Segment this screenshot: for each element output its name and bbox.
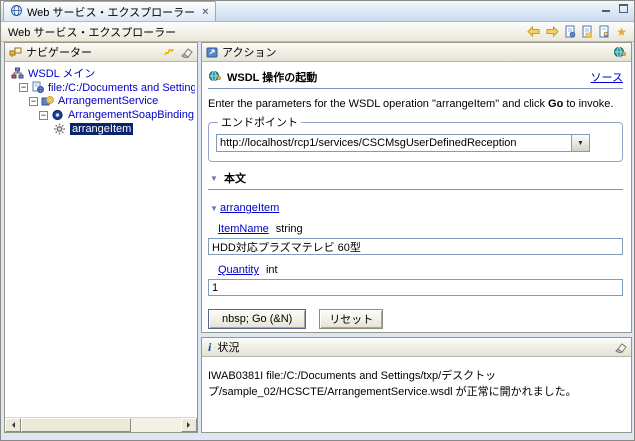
close-icon[interactable]: × [202,6,208,18]
endpoints-group: エンドポイント http://localhost/rcp1/services/C… [208,114,623,162]
tree-label-service[interactable]: ArrangementService [58,95,158,107]
tree-item-binding: ArrangementSoapBinding [7,108,195,122]
body-section-title: 本文 [224,170,246,186]
toggle-nodes-icon[interactable] [163,47,175,58]
collapse-triangle-icon[interactable] [210,174,220,183]
uddi-page-icon[interactable] [565,25,576,38]
navigator-pane: ナビゲーター WSDL メイン [4,42,198,433]
wsdl-file-icon [31,81,45,93]
divider [208,189,623,190]
operation-gear-icon [53,123,67,135]
endpoint-select[interactable]: http://localhost/rcp1/services/CSCMsgUse… [216,134,590,152]
tree-item-operation: arrangeItem [7,122,195,136]
wsil-page-icon[interactable] [582,25,593,38]
quantity-type: int [266,264,278,276]
navigator-icon [9,47,22,58]
status-header: i 状況 [202,338,631,357]
forward-icon[interactable] [546,26,559,37]
tree-label-operation[interactable]: arrangeItem [70,123,133,135]
service-icon [41,95,55,107]
explorer-toolbar: ★ [527,25,627,38]
scroll-left-icon[interactable] [5,418,21,432]
operation-link[interactable]: arrangeItem [220,202,279,214]
reset-button[interactable]: リセット [319,309,383,329]
editor-tab-bar: Web サービス・エクスプローラー × [1,1,634,22]
field-label-itemname: ItemName string [218,223,623,235]
globe-icon [10,4,23,20]
navigator-header: ナビゲーター [5,43,197,62]
status-pane: i 状況 IWAB0381I file:/C:/Documents and Se… [201,337,632,433]
status-message: IWAB0381I file:/C:/Documents and Setting… [208,370,577,398]
banner-title: Web サービス・エクスプローラー [8,24,176,40]
instruction-text: Enter the parameters for the WSDL operat… [208,98,623,110]
navigator-title: ナビゲーター [26,44,92,60]
tree-item-wsdl-file: file:/C:/Documents and Settings/txp/デスクト… [7,80,195,94]
minimize-icon[interactable] [600,3,613,14]
divider [208,88,623,89]
page-title: WSDL 操作の起動 [227,69,317,85]
tab-title: Web サービス・エクスプローラー [27,4,195,20]
window-controls [600,1,634,14]
tree-item-service: ArrangementService [7,94,195,108]
quantity-input[interactable] [208,279,623,296]
collapse-triangle-icon[interactable] [210,204,220,213]
quantity-link[interactable]: Quantity [218,264,259,276]
tree-label-wsdl-file[interactable]: file:/C:/Documents and Settings/txp/デスクト… [48,80,195,94]
status-message-area: IWAB0381I file:/C:/Documents and Setting… [202,357,631,432]
favorites-icon[interactable]: ★ [616,26,627,38]
invoke-operation-icon [208,70,222,85]
itemname-link[interactable]: ItemName [218,223,269,235]
scroll-right-icon[interactable] [181,418,197,432]
itemname-input[interactable] [208,238,623,255]
source-link[interactable]: ソース [591,69,623,85]
info-icon: i [206,341,213,353]
actions-header: アクション [202,43,631,62]
status-title: 状況 [217,339,239,355]
actions-content: WSDL 操作の起動 ソース Enter the parameters for … [202,62,631,332]
field-label-quantity: Quantity int [218,264,623,276]
back-icon[interactable] [527,26,540,37]
clear-icon[interactable] [180,47,193,58]
explorer-banner: Web サービス・エクスプローラー ★ [1,22,634,42]
tree-label-binding[interactable]: ArrangementSoapBinding [68,109,194,121]
scrollbar-thumb[interactable] [21,418,131,432]
tree-item-wsdl-main: WSDL メイン [7,66,195,80]
collapse-icon[interactable] [19,83,28,92]
binding-icon [51,109,65,121]
actions-pane: アクション WSDL 操作の起動 ソース Enter the parameter… [201,42,632,333]
actions-icon [206,47,218,58]
actions-title: アクション [222,44,276,60]
collapse-icon[interactable] [29,97,38,106]
go-button[interactable]: nbsp; Go (&N) [208,309,306,329]
itemname-type: string [276,223,303,235]
clear-icon[interactable] [614,342,627,353]
wsdl-page-icon[interactable] [599,25,610,38]
collapse-icon[interactable] [39,111,48,120]
maximize-icon[interactable] [617,3,630,14]
chevron-down-icon[interactable] [571,135,589,151]
web-services-explorer-window: Web サービス・エクスプローラー × Web サービス・エクスプローラー [0,0,635,441]
navigator-horizontal-scrollbar[interactable] [5,417,197,432]
endpoint-selected-value: http://localhost/rcp1/services/CSCMsgUse… [217,137,571,149]
tree-label-wsdl-main[interactable]: WSDL メイン [28,66,95,80]
endpoints-legend: エンドポイント [218,114,301,130]
tab-web-services-explorer[interactable]: Web サービス・エクスプローラー × [3,1,216,21]
web-services-explorer-icon[interactable] [613,46,627,58]
wsdl-main-icon [11,67,25,79]
navigator-tree: WSDL メイン file:/C:/Documents and Settings… [5,62,197,417]
